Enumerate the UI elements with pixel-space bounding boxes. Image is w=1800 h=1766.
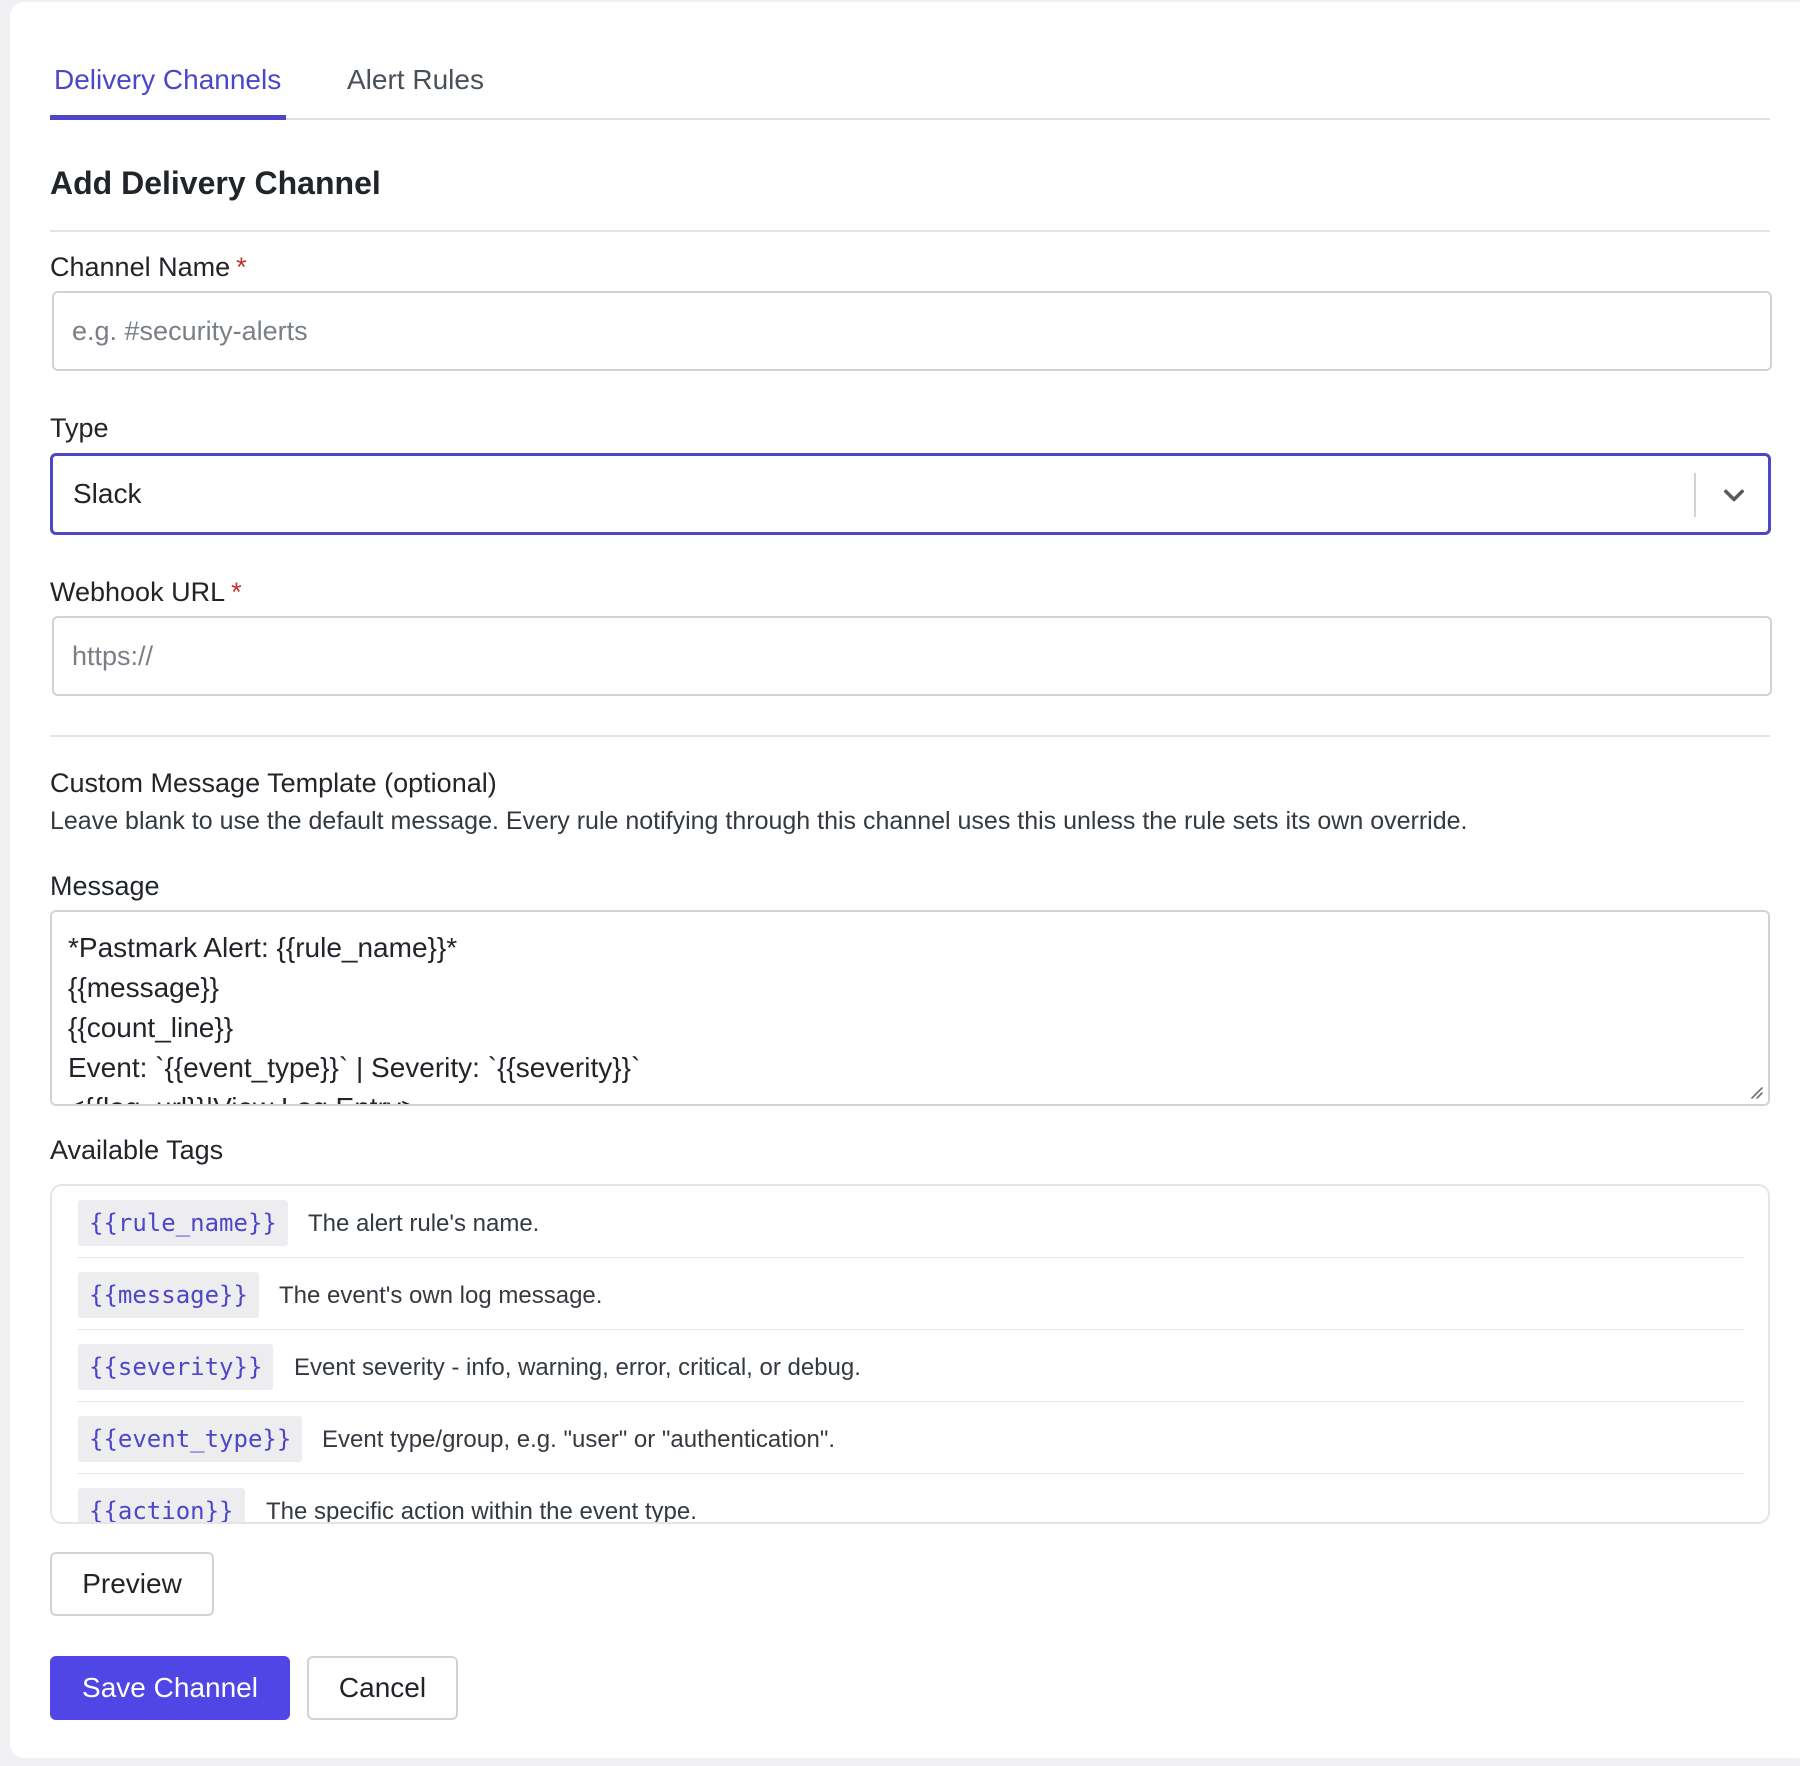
message-line: {{count_line}}	[68, 1012, 234, 1043]
tag-description: Event severity - info, warning, error, c…	[294, 1354, 861, 1381]
template-divider	[50, 735, 1770, 737]
tag-description: The event's own log message.	[279, 1282, 603, 1309]
cancel-button[interactable]: Cancel	[307, 1656, 458, 1720]
tag-code[interactable]: {{message}}	[78, 1272, 259, 1318]
preview-button[interactable]: Preview	[50, 1552, 214, 1616]
channel-name-label-text: Channel Name	[50, 252, 231, 282]
tag-description: The specific action within the event typ…	[266, 1498, 697, 1524]
message-line: {{message}}	[68, 972, 220, 1003]
tag-description: Event type/group, e.g. "user" or "authen…	[322, 1426, 836, 1453]
type-select[interactable]: Slack	[50, 453, 1771, 535]
tag-row: {{event_type}} Event type/group, e.g. "u…	[78, 1402, 1744, 1474]
save-channel-button[interactable]: Save Channel	[50, 1656, 290, 1720]
settings-panel: Delivery Channels Alert Rules Add Delive…	[10, 2, 1800, 1758]
webhook-url-label: Webhook URL *	[50, 577, 242, 608]
template-title: Custom Message Template (optional)	[50, 768, 497, 798]
tag-code[interactable]: {{event_type}}	[78, 1416, 303, 1462]
webhook-url-input[interactable]	[52, 616, 1772, 696]
required-marker: *	[231, 577, 242, 607]
type-select-value: Slack	[73, 478, 142, 509]
content: Delivery Channels Alert Rules Add Delive…	[50, 2, 1772, 1720]
tag-row: {{message}} The event's own log message.	[78, 1258, 1744, 1330]
tag-code[interactable]: {{action}}	[78, 1488, 245, 1522]
tag-row: {{rule_name}} The alert rule's name.	[78, 1186, 1744, 1258]
section-title: Add Delivery Channel	[50, 165, 381, 201]
resize-grip-icon[interactable]	[1746, 1082, 1764, 1100]
webhook-url-label-text: Webhook URL	[50, 577, 226, 607]
tag-description: The alert rule's name.	[308, 1210, 540, 1237]
type-label: Type	[50, 413, 109, 443]
message-label: Message	[50, 871, 160, 901]
tag-code[interactable]: {{severity}}	[78, 1344, 274, 1390]
tag-row: {{severity}} Event severity - info, warn…	[78, 1330, 1744, 1402]
tab-delivery-channels[interactable]: Delivery Channels	[54, 64, 281, 96]
message-textarea[interactable]: *Pastmark Alert: {{rule_name}}* {{messag…	[50, 910, 1770, 1106]
available-tags-label: Available Tags	[50, 1135, 224, 1165]
select-separator	[1694, 473, 1696, 517]
template-help-text: Leave blank to use the default message. …	[50, 807, 1468, 835]
section-divider	[50, 230, 1770, 232]
tag-code[interactable]: {{rule_name}}	[78, 1200, 288, 1246]
tag-row: {{action}} The specific action within th…	[78, 1474, 1744, 1524]
chevron-down-icon[interactable]	[1720, 482, 1748, 510]
message-line: Event: `{{event_type}}` | Severity: `{{s…	[68, 1052, 641, 1083]
channel-name-label: Channel Name *	[50, 252, 247, 283]
message-line: <{{log_url}}|View Log Entry>	[68, 1088, 1752, 1104]
channel-name-input[interactable]	[52, 291, 1772, 371]
tab-alert-rules[interactable]: Alert Rules	[347, 64, 484, 96]
available-tags-list[interactable]: {{rule_name}} The alert rule's name. {{m…	[50, 1184, 1770, 1524]
tab-bar: Delivery Channels Alert Rules	[50, 2, 1770, 120]
message-line: *Pastmark Alert: {{rule_name}}*	[68, 932, 458, 963]
required-marker: *	[236, 252, 247, 282]
active-tab-indicator	[50, 115, 286, 120]
